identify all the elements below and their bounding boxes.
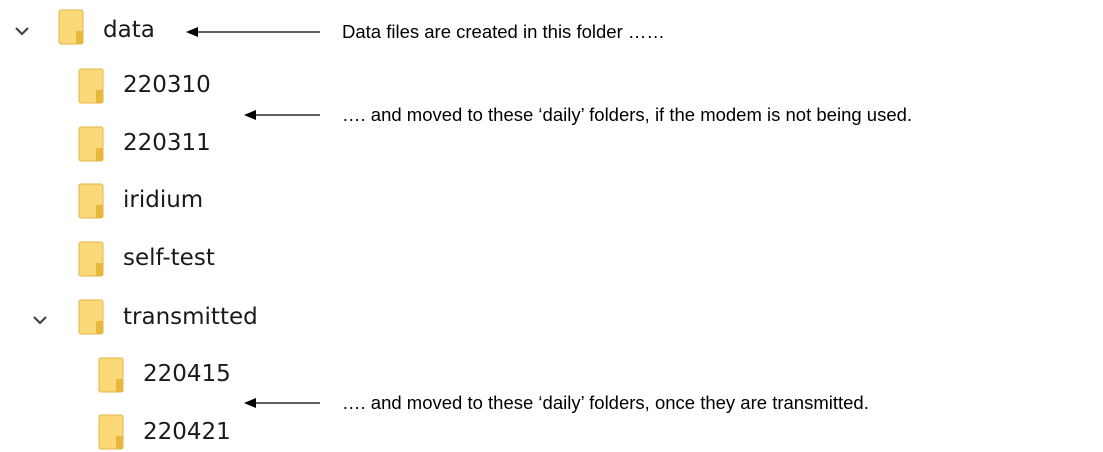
folder-icon xyxy=(58,9,84,45)
annotation-data-folder: Data files are created in this folder …… xyxy=(342,21,665,42)
chevron-down-icon[interactable] xyxy=(32,312,48,328)
arrow-left-icon xyxy=(186,27,320,37)
tree-item-self-test[interactable]: self-test xyxy=(123,247,215,270)
folder-icon xyxy=(98,414,124,450)
tree-item-transmitted[interactable]: transmitted xyxy=(123,306,258,329)
tree-item-220415[interactable]: 220415 xyxy=(143,363,231,386)
annotation-daily-folders: …. and moved to these ‘daily’ folders, i… xyxy=(342,104,913,125)
folder-icon xyxy=(78,68,104,104)
tree-item-220311[interactable]: 220311 xyxy=(123,132,211,155)
folder-icon xyxy=(98,357,124,393)
folder-icon xyxy=(78,126,104,162)
arrow-left-icon xyxy=(244,110,320,120)
tree-item-220421[interactable]: 220421 xyxy=(143,421,231,444)
folder-icon xyxy=(78,183,104,219)
arrow-left-icon xyxy=(244,398,320,408)
tree-item-data[interactable]: data xyxy=(103,19,155,42)
folder-icon xyxy=(78,241,104,277)
folder-icon xyxy=(78,299,104,335)
tree-item-220310[interactable]: 220310 xyxy=(123,74,211,97)
annotation-transmitted-folders: …. and moved to these ‘daily’ folders, o… xyxy=(342,392,869,413)
tree-item-iridium[interactable]: iridium xyxy=(123,189,203,212)
chevron-down-icon[interactable] xyxy=(14,23,30,39)
